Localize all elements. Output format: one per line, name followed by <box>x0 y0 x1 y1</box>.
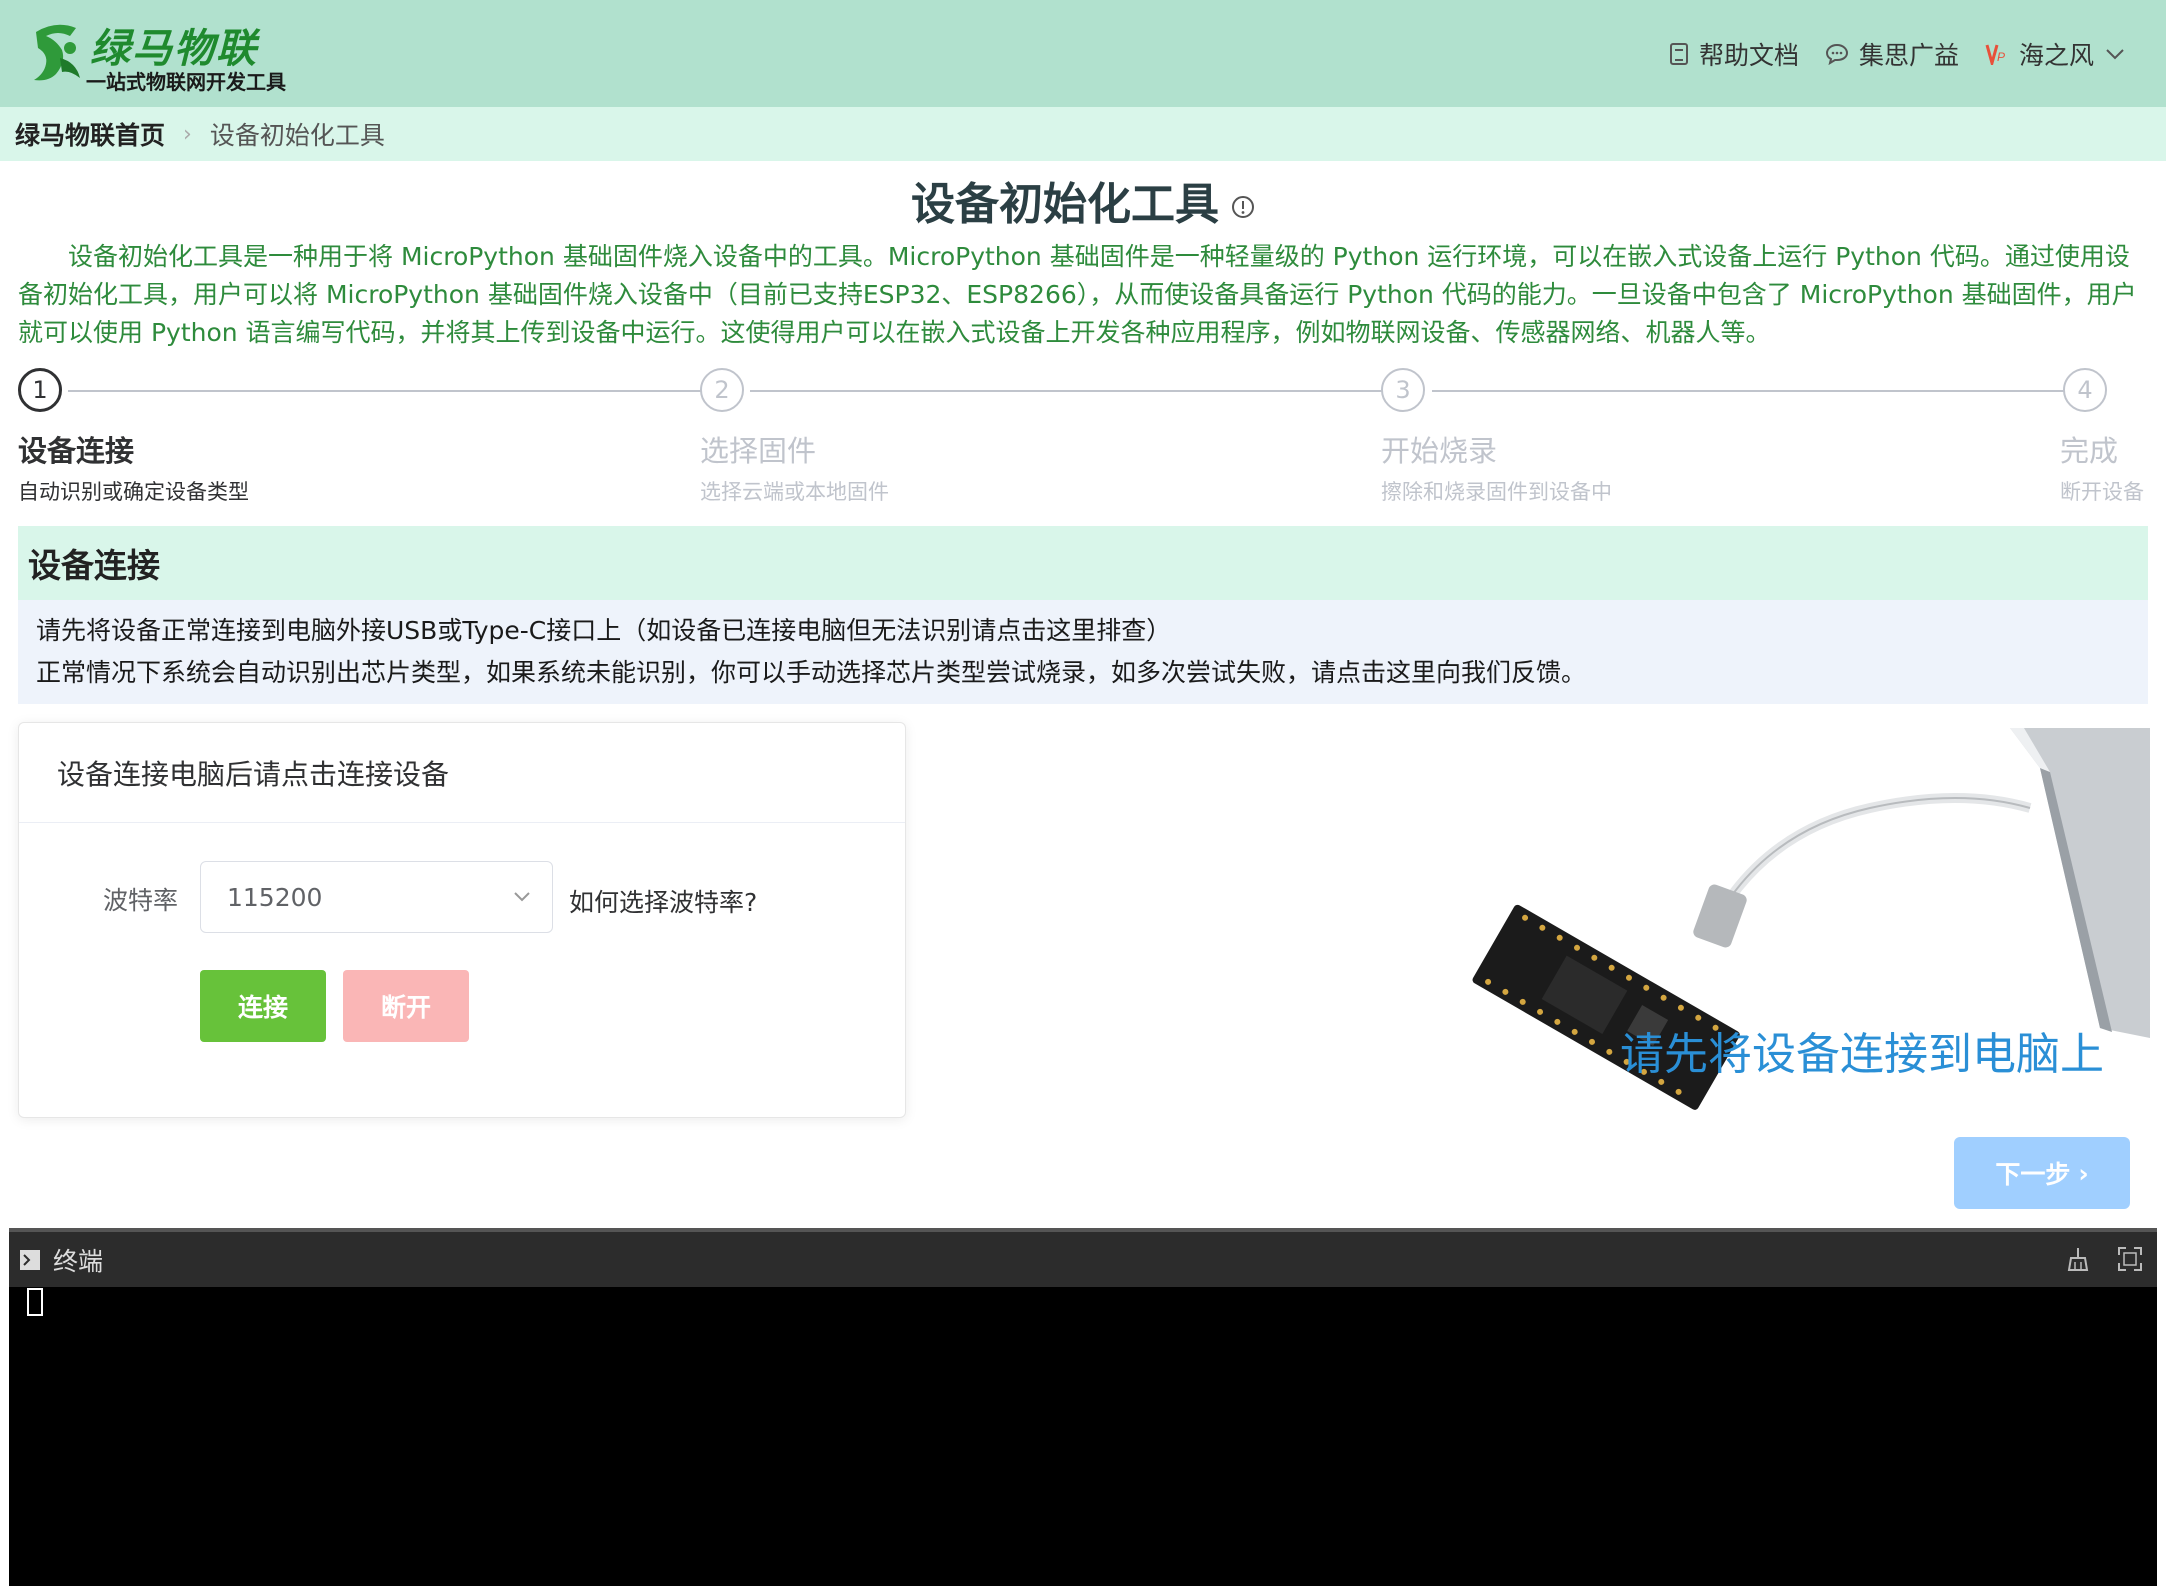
page-title-text: 设备初始化工具 <box>911 179 1219 230</box>
clear-broom-icon[interactable] <box>2065 1246 2091 1272</box>
step-4-desc: 断开设备 <box>2060 480 2144 504</box>
baud-rate-value: 115200 <box>227 882 323 912</box>
step-1-desc: 自动识别或确定设备类型 <box>18 480 249 504</box>
step-4-title: 完成 <box>2060 434 2119 468</box>
terminal-panel[interactable]: 终端 <box>9 1228 2157 1586</box>
connect-card: 设备连接电脑后请点击连接设备 波特率 115200 如何选择波特率? 连接 断开 <box>18 722 906 1118</box>
intro-paragraph: 设备初始化工具是一种用于将 MicroPython 基础固件烧入设备中的工具。M… <box>18 242 2137 347</box>
fullscreen-icon[interactable] <box>2117 1246 2143 1272</box>
section-title: 设备连接 <box>18 526 2148 600</box>
step-3-desc: 擦除和烧录固件到设备中 <box>1381 480 1612 504</box>
notice-box: 请先将设备正常连接到电脑外接USB或Type-C接口上（如设备已连接电脑但无法识… <box>18 600 2148 704</box>
connect-button[interactable]: 连接 <box>200 970 326 1042</box>
step-2-title: 选择固件 <box>700 434 817 468</box>
info-icon[interactable] <box>1231 195 1255 219</box>
connect-illustration: 请先将设备连接到电脑上 <box>1400 728 2150 1118</box>
logo-horse-icon <box>34 24 80 81</box>
breadcrumb-separator-icon: › <box>183 121 192 147</box>
step-line <box>1432 390 2082 392</box>
logo-subtitle: 一站式物联网开发工具 <box>86 70 286 94</box>
chevron-down-icon <box>514 892 530 902</box>
nav-help-docs[interactable]: 帮助文档 <box>1669 36 1799 72</box>
next-step-button[interactable]: 下一步 › <box>1954 1137 2130 1209</box>
terminal-title: 终端 <box>53 1246 104 1276</box>
baud-rate-label: 波特率 <box>103 886 179 915</box>
baud-rate-help-link[interactable]: 如何选择波特率? <box>569 883 757 919</box>
step-3-title: 开始烧录 <box>1381 434 1498 468</box>
step-1-title: 设备连接 <box>18 434 135 468</box>
user-menu[interactable]: P 海之风 <box>1985 36 2126 72</box>
breadcrumb-home[interactable]: 绿马物联首页 <box>15 116 165 152</box>
step-line <box>68 390 722 392</box>
step-4-circle: 4 <box>2063 368 2107 412</box>
svg-text:P: P <box>1997 50 2005 64</box>
nav-help-docs-label: 帮助文档 <box>1698 41 1799 70</box>
page-title: 设备初始化工具 <box>0 168 2166 232</box>
chat-icon <box>1825 43 1848 66</box>
document-icon <box>1669 43 1688 65</box>
user-name: 海之风 <box>2018 41 2094 70</box>
step-3-circle: 3 <box>1381 368 1425 412</box>
terminal-tools <box>2065 1246 2143 1272</box>
step-1-circle: 1 <box>18 368 62 412</box>
illustration-caption: 请先将设备连接到电脑上 <box>1620 1029 2104 1080</box>
nav-brainstorm-label: 集思广益 <box>1858 41 1959 70</box>
logo[interactable]: 绿马物联 一站式物联网开发工具 <box>26 16 286 94</box>
baud-rate-select[interactable]: 115200 <box>200 861 553 933</box>
step-line <box>750 390 1400 392</box>
chevron-right-icon: › <box>2078 1158 2089 1188</box>
top-nav: 帮助文档 集思广益 P 海之风 <box>1669 32 2126 76</box>
breadcrumb: 绿马物联首页 › 设备初始化工具 <box>0 107 2166 161</box>
nav-brainstorm[interactable]: 集思广益 <box>1825 36 1959 72</box>
card-header: 设备连接电脑后请点击连接设备 <box>19 723 905 823</box>
disconnect-button[interactable]: 断开 <box>343 970 469 1042</box>
terminal-toolbar: 终端 <box>9 1232 2157 1287</box>
top-header: 绿马物联 一站式物联网开发工具 帮助文档 集思广益 P 海之风 <box>0 0 2166 107</box>
step-progress: 1 设备连接 自动识别或确定设备类型 2 选择固件 选择云端或本地固件 3 开始… <box>18 368 2148 508</box>
terminal-icon <box>20 1249 40 1270</box>
terminal-cursor <box>27 1288 43 1316</box>
notice-line-feedback[interactable]: 正常情况下系统会自动识别出芯片类型，如果系统未能识别，你可以手动选择芯片类型尝试… <box>36 652 2130 694</box>
step-2-desc: 选择云端或本地固件 <box>700 480 889 504</box>
step-2-circle: 2 <box>700 368 744 412</box>
next-step-label: 下一步 <box>1995 1160 2071 1189</box>
chevron-down-icon <box>2106 49 2124 60</box>
breadcrumb-current: 设备初始化工具 <box>209 121 385 150</box>
vip-icon: P <box>1985 44 2005 65</box>
notice-line-troubleshoot[interactable]: 请先将设备正常连接到电脑外接USB或Type-C接口上（如设备已连接电脑但无法识… <box>36 610 2130 652</box>
